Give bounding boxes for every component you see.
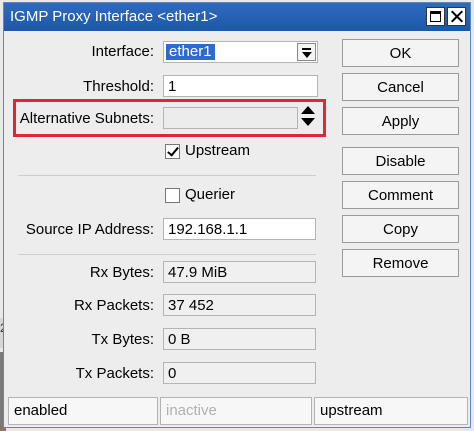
threshold-label: Threshold: — [83, 78, 154, 95]
igmp-proxy-interface-dialog: IGMP Proxy Interface <ether1> Interface:… — [3, 2, 471, 428]
interface-select[interactable]: ether1 — [163, 41, 318, 63]
tx-packets-label: Tx Packets: — [75, 365, 154, 382]
title-bar[interactable]: IGMP Proxy Interface <ether1> — [4, 3, 470, 31]
rx-packets-label: Rx Packets: — [73, 297, 154, 314]
apply-button[interactable]: Apply — [342, 107, 459, 135]
tx-packets-value: 0 — [163, 362, 316, 384]
upstream-label: Upstream — [185, 142, 251, 159]
separator — [18, 175, 316, 176]
status-inactive: inactive — [160, 397, 312, 425]
tx-bytes-label: Tx Bytes: — [91, 331, 154, 348]
remove-button[interactable]: Remove — [342, 249, 459, 277]
rx-packets-value: 37 452 — [163, 294, 316, 316]
querier-label: Querier — [185, 186, 236, 203]
cancel-button[interactable]: Cancel — [342, 73, 459, 101]
tx-bytes-value: 0 B — [163, 328, 316, 350]
separator — [18, 254, 316, 255]
threshold-input[interactable]: 1 — [163, 75, 318, 97]
rx-bytes-value: 47.9 MiB — [163, 261, 316, 283]
maximize-icon[interactable] — [426, 7, 445, 26]
status-upstream: upstream — [314, 397, 468, 425]
ok-button[interactable]: OK — [342, 39, 459, 67]
interface-value: ether1 — [166, 44, 215, 60]
comment-button[interactable]: Comment — [342, 181, 459, 209]
disable-button[interactable]: Disable — [342, 147, 459, 175]
source-ip-input[interactable]: 192.168.1.1 — [163, 218, 316, 240]
interface-label: Interface: — [91, 43, 154, 60]
status-enabled: enabled — [8, 397, 158, 425]
source-ip-label: Source IP Address: — [25, 221, 154, 238]
querier-checkbox[interactable] — [165, 188, 180, 203]
upstream-checkbox[interactable] — [165, 144, 180, 159]
close-icon[interactable] — [447, 7, 466, 26]
copy-button[interactable]: Copy — [342, 215, 459, 243]
rx-bytes-label: Rx Bytes: — [89, 264, 154, 281]
dropdown-arrow-icon[interactable] — [297, 43, 316, 61]
window-title: IGMP Proxy Interface <ether1> — [10, 8, 218, 25]
highlight-box — [13, 99, 326, 137]
